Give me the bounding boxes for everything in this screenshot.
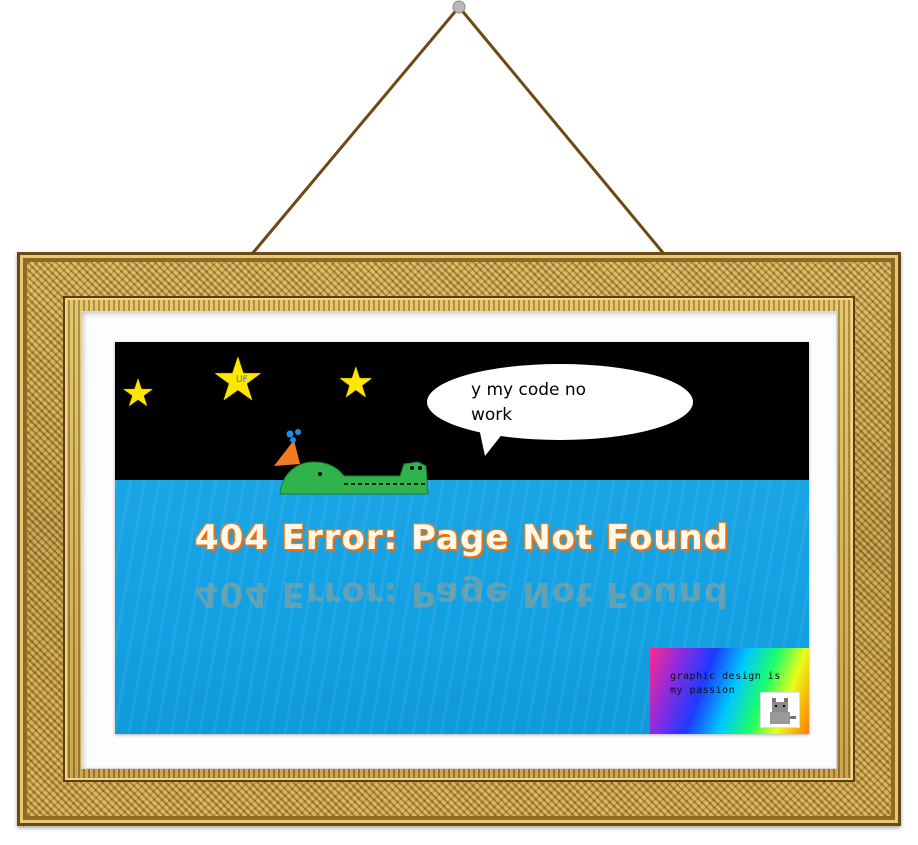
picture-frame: ★ ★ ★ UF y my code no work 404 Error: Pa… — [17, 252, 901, 826]
badge-line-1: graphic design is — [670, 671, 781, 682]
graphic-design-badge: graphic design is my passion — [650, 648, 809, 734]
speech-bubble-tail — [479, 428, 507, 456]
error-title-reflection: 404 Error: Page Not Found — [194, 574, 730, 614]
party-hat-icon — [274, 429, 301, 466]
crocodile-icon — [274, 429, 429, 495]
speech-line-1: y my code no — [471, 380, 587, 400]
error-title: 404 Error: Page Not Found — [194, 518, 730, 558]
star-icon: ★ — [337, 358, 375, 407]
error-painting: ★ ★ ★ UF y my code no work 404 Error: Pa… — [115, 342, 809, 734]
hanging-wire — [250, 0, 666, 255]
cat-icon — [760, 692, 800, 728]
star-icon: ★ — [121, 371, 156, 415]
star-label: UF — [236, 375, 248, 385]
speech-bubble-text: y my code no work — [471, 378, 631, 428]
speech-line-2: work — [471, 405, 513, 425]
hanging-nail-icon — [452, 0, 466, 14]
